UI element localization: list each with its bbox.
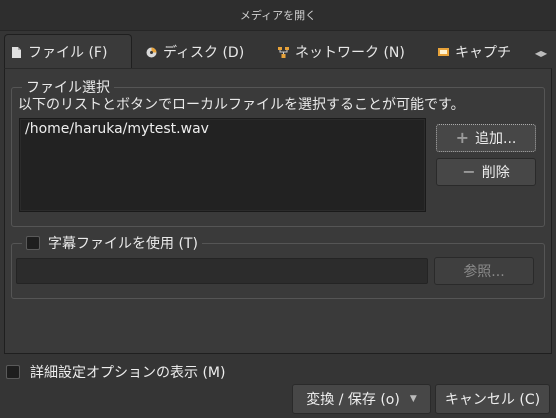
network-icon [278, 46, 289, 58]
file-selection-group: ファイル選択 以下のリストとボタンでローカルファイルを選択することが可能です。 … [11, 77, 545, 227]
file-selection-description: 以下のリストとボタンでローカルファイルを選択することが可能です。 [18, 97, 465, 113]
tab-file[interactable]: ファイル (F) [4, 34, 132, 69]
advanced-options-label: 詳細設定オプションの表示 (M) [30, 365, 226, 381]
tab-disc[interactable]: ディスク (D) [140, 36, 264, 68]
list-item[interactable]: /home/haruka/mytest.wav [25, 121, 420, 137]
add-button[interactable]: + 追加... [436, 124, 536, 152]
subtitle-checkbox-label: 字幕ファイルを使用 (T) [48, 236, 198, 252]
tab-network[interactable]: ネットワーク (N) [272, 36, 424, 68]
remove-button[interactable]: − 削除 [436, 158, 536, 186]
browse-button[interactable]: 参照... [434, 257, 534, 285]
capture-icon [438, 47, 449, 56]
chevron-right-icon[interactable]: ▶ [541, 49, 547, 58]
subtitle-path-input[interactable] [16, 258, 428, 284]
file-list[interactable]: /home/haruka/mytest.wav [19, 118, 426, 212]
advanced-options-toggle[interactable]: 詳細設定オプションの表示 (M) [6, 362, 225, 382]
window-titlebar[interactable]: メディアを開く [0, 0, 556, 31]
advanced-options-checkbox[interactable] [6, 365, 20, 379]
disc-icon [146, 47, 157, 57]
subtitle-checkbox[interactable] [26, 236, 40, 250]
subtitle-checkbox-row[interactable]: 字幕ファイルを使用 (T) [22, 233, 202, 253]
cancel-button[interactable]: キャンセル (C) [435, 384, 550, 414]
plus-icon: + [455, 128, 470, 147]
window-title: メディアを開く [239, 9, 317, 22]
tab-bar: ファイル (F) ディスク (D) ネットワーク (N) キャプチ ◀ ▶ [4, 34, 552, 69]
tab-capture[interactable]: キャプチ [432, 36, 532, 68]
tab-scroll-arrows[interactable]: ◀ ▶ [530, 40, 552, 66]
minus-icon: − [462, 162, 476, 181]
chevron-down-icon[interactable]: ▼ [410, 394, 417, 404]
file-tab-panel: ファイル選択 以下のリストとボタンでローカルファイルを選択することが可能です。 … [4, 68, 552, 354]
convert-save-button[interactable]: 変換 / 保存 (o) ▼ [292, 384, 431, 414]
file-icon [12, 46, 21, 58]
